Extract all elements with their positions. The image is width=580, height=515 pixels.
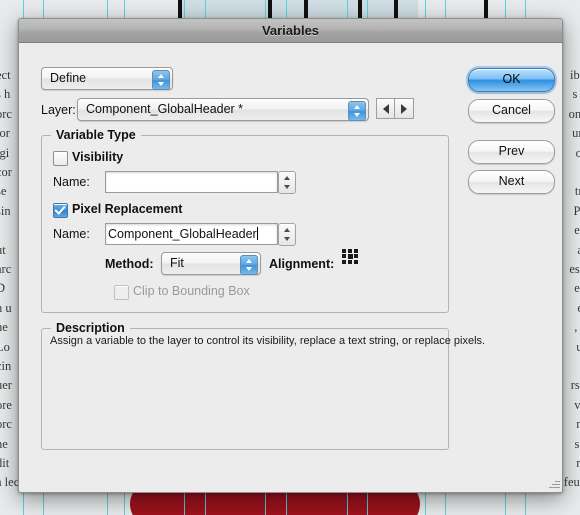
prev-button-label: Prev [498,144,525,158]
background-text-line: s l [574,436,580,451]
ok-button[interactable]: OK [468,68,555,92]
background-text-line: m [576,454,580,473]
background-text-line: igi [0,145,10,160]
background-text-line: ibh [570,68,580,82]
background-text-line: en [574,281,580,296]
resize-grip[interactable] [546,476,560,490]
prev-button[interactable]: Prev [468,140,555,164]
define-popup[interactable]: Define [41,67,173,90]
visibility-checkbox[interactable] [53,151,68,166]
background-text-line: ut [0,242,6,257]
define-popup-value: Define [50,71,87,85]
dialog-title-bar[interactable]: Variables [19,19,562,43]
background-text-line: D [0,281,6,296]
background-text-line: ve [574,397,580,412]
visibility-name-input[interactable] [105,171,278,193]
pixel-name-label: Name: [53,227,90,241]
next-button[interactable]: Next [468,170,555,194]
visibility-label: Visibility [72,150,124,164]
variable-type-title: Variable Type [51,128,141,142]
variables-dialog: Variables Define Layer: Component_Global… [18,18,563,493]
background-text-line: cor [0,165,12,179]
background-text-line: cin [0,359,12,373]
pixel-replacement-label: Pixel Replacement [72,202,183,216]
pixel-name-stepper[interactable] [278,223,296,246]
next-button-label: Next [498,174,525,188]
chevron-updown-icon [152,69,170,90]
background-text-line: ne [0,320,8,335]
background-text-line: ect [0,68,11,82]
pixel-replacement-checkbox[interactable] [53,203,68,218]
dialog-body: Define Layer: Component_GlobalHeader * V… [19,43,562,492]
background-text-line: ons [568,106,580,121]
background-text-line: ore [0,397,12,412]
variable-type-group: Variable Type Visibility Name: Pixel Rep… [41,128,449,313]
background-text-line: , a [574,320,580,335]
text-caret [256,227,258,240]
background-text-line: ut [576,339,580,354]
clip-to-bounding-box-label: Clip to Bounding Box [133,284,250,298]
description-text: Assign a variable to the layer to contro… [50,335,486,347]
background-text-line: ne [0,436,8,451]
clip-to-bounding-box-checkbox[interactable] [114,285,129,300]
ok-button-label: OK [502,72,521,86]
method-popup[interactable]: Fit [161,252,261,275]
background-text-line: Pe [573,203,580,218]
background-text-line: nt [576,417,580,432]
chevron-updown-icon [348,100,366,121]
chevron-updown-icon [240,254,258,275]
background-text-line: tri [574,184,580,199]
cancel-button-label: Cancel [492,103,531,117]
visibility-name-stepper[interactable] [278,171,296,194]
background-text-line: esu [569,262,580,276]
background-text-line: uer [0,378,12,393]
background-text-line: or [575,145,580,160]
method-label: Method: [105,257,154,271]
background-text-line: n u [0,300,12,315]
alignment-grid-icon[interactable] [342,249,359,264]
background-text-line: dit [0,456,10,470]
background-text-line: s c [572,87,580,102]
previous-layer-button[interactable] [376,98,396,119]
layer-popup[interactable]: Component_GlobalHeader * [77,98,369,121]
background-text-line: s h [0,87,11,102]
background-text-line: orc [0,106,12,121]
background-text-line: eg [574,223,580,238]
background-text-line: sin [0,203,11,218]
layer-popup-value: Component_GlobalHeader * [86,102,244,116]
method-popup-value: Fit [170,256,184,270]
pixel-name-value: Component_GlobalHeader [108,227,257,241]
background-text-line: rsu [570,378,580,393]
background-text-line: arc [0,262,12,276]
cancel-button[interactable]: Cancel [468,99,555,123]
background-text-line: orc [0,417,12,432]
next-layer-button[interactable] [394,98,414,119]
visibility-name-label: Name: [53,175,90,189]
layer-label: Layer: [41,103,76,117]
background-text-line: lor [0,126,10,141]
background-text-line: uri [572,126,580,141]
description-group: Description Assign a variable to the lay… [41,321,485,450]
alignment-label: Alignment: [269,257,335,271]
description-title: Description [51,321,130,335]
background-text-line: se [0,184,7,199]
background-text-line: Lo [0,339,10,354]
dialog-title: Variables [261,23,320,38]
pixel-name-input[interactable]: Component_GlobalHeader [105,223,278,245]
